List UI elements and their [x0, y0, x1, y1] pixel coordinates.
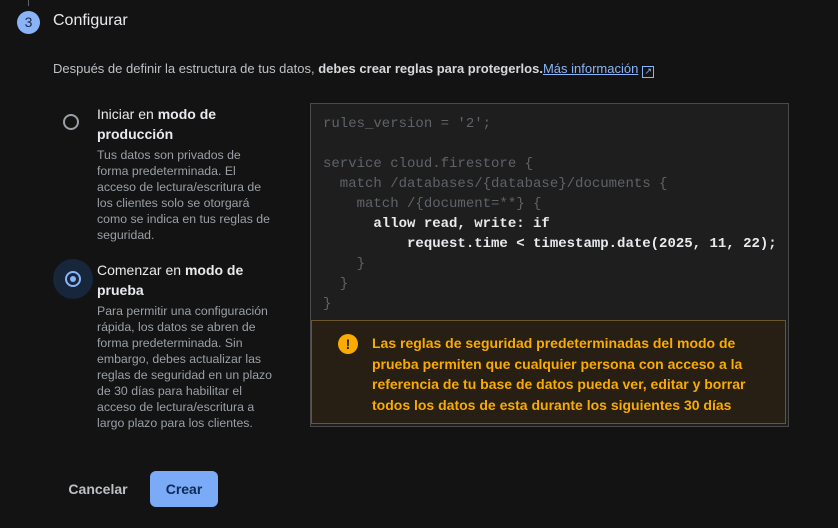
rules-code: rules_version = '2'; service cloud.fires…	[323, 114, 777, 314]
code-line-highlight: request.time < timestamp.date(2025, 11, …	[323, 236, 777, 252]
rules-code-panel: rules_version = '2'; service cloud.fires…	[310, 103, 789, 427]
description-text: Después de definir la estructura de tus …	[53, 61, 319, 76]
code-line: }	[323, 276, 349, 292]
code-line: rules_version = '2';	[323, 116, 492, 132]
step-description: Después de definir la estructura de tus …	[53, 61, 655, 78]
code-line: match /{document=**} {	[323, 196, 542, 212]
test-mode-radio[interactable]	[65, 271, 81, 287]
code-line: service cloud.firestore {	[323, 156, 534, 172]
step-title: Configurar	[53, 12, 128, 29]
code-line-highlight: allow read, write: if	[323, 216, 550, 232]
production-mode-radio[interactable]	[63, 114, 79, 130]
external-link-icon[interactable]: ↗	[642, 66, 655, 78]
warning-text: Las reglas de seguridad predeterminadas …	[372, 335, 746, 413]
test-mode-description: Para permitir una configuración rápida, …	[97, 304, 273, 430]
description-bold: debes crear reglas para protegerlos.	[318, 61, 543, 76]
code-line: }	[323, 296, 332, 312]
production-mode-description: Tus datos son privados de forma predeter…	[97, 148, 270, 242]
step-number-badge: 3	[17, 11, 40, 34]
label-prefix: Comenzar en	[97, 262, 185, 278]
label-prefix: Iniciar en	[97, 106, 158, 122]
code-line: match /databases/{database}/documents {	[323, 176, 668, 192]
create-button[interactable]: Crear	[150, 471, 218, 507]
exclamation-icon: !	[338, 334, 358, 354]
production-mode-label[interactable]: Iniciar en modo de producción	[97, 104, 277, 144]
warning-banner: ! Las reglas de seguridad predeterminada…	[311, 320, 786, 424]
test-mode-label[interactable]: Comenzar en modo de prueba	[97, 260, 277, 300]
code-line: }	[323, 256, 366, 272]
cancel-button[interactable]: Cancelar	[56, 472, 140, 506]
more-info-link[interactable]: Más información	[543, 61, 638, 76]
step-connector-line	[28, 0, 29, 6]
